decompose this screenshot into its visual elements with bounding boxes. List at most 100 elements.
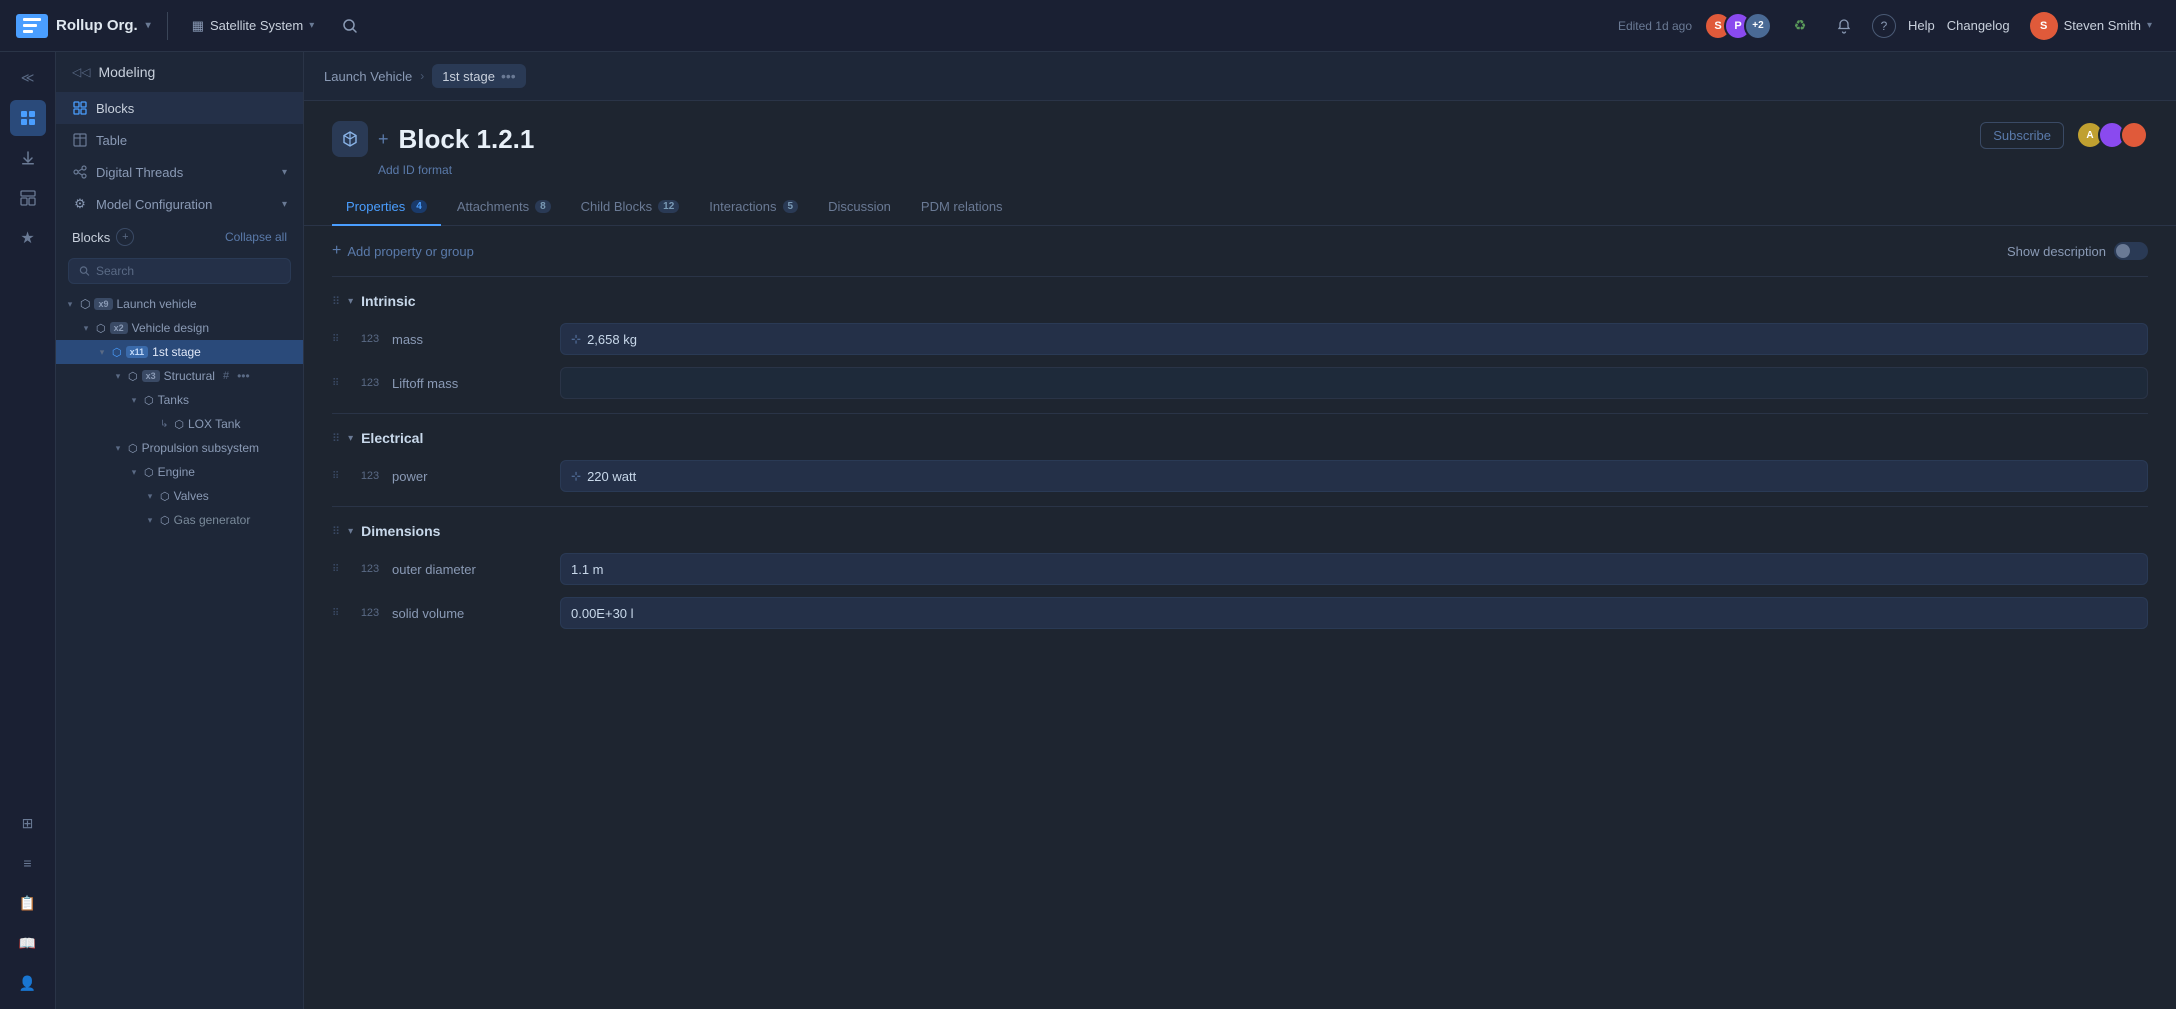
workspace-selector[interactable]: ▦ Satellite System ▾ — [184, 14, 323, 38]
icon-bar-tool4[interactable]: 📖 — [10, 925, 46, 961]
power-value[interactable]: ⊹ 220 watt — [560, 460, 2148, 492]
main-layout: ≪ ★ ⊞ ≡ 📋 📖 👤 — [0, 52, 2176, 1009]
property-row-mass: ⠿ 123 mass ⊹ 2,658 kg — [332, 317, 2148, 361]
block-header-right: Subscribe A — [1980, 121, 2148, 149]
tree-badge-vehicle-design: x2 — [110, 322, 128, 334]
sidebar-item-model-config[interactable]: ⚙ Model Configuration ▾ — [56, 188, 303, 220]
sidebar-table-label: Table — [96, 133, 127, 148]
tab-interactions-label: Interactions — [709, 199, 776, 214]
tree-chevron-valves[interactable]: ▾ — [144, 491, 156, 502]
tab-attachments[interactable]: Attachments 8 — [443, 189, 565, 226]
tree-item-lox-tank[interactable]: ↳ ⬡ LOX Tank — [56, 412, 303, 436]
icon-bar-layout[interactable] — [10, 180, 46, 216]
show-description-row: Show description — [2007, 242, 2148, 260]
tree-label-valves: Valves — [174, 489, 209, 503]
notification-button[interactable] — [1828, 10, 1860, 42]
outer-diameter-value[interactable]: 1.1 m — [560, 553, 2148, 585]
tree-chevron-structural[interactable]: ▾ — [112, 371, 124, 382]
tree-item-valves[interactable]: ▾ ⬡ Valves — [56, 484, 303, 508]
icon-bar-star[interactable]: ★ — [10, 220, 46, 256]
user-menu[interactable]: S Steven Smith ▾ — [2022, 8, 2160, 44]
sidebar-item-table[interactable]: Table — [56, 124, 303, 156]
outer-diameter-value-text: 1.1 m — [571, 562, 604, 577]
tree-chevron-propulsion[interactable]: ▾ — [112, 443, 124, 454]
tree-chevron-vehicle-design[interactable]: ▾ — [80, 323, 92, 334]
sidebar-item-digital-threads[interactable]: Digital Threads ▾ — [56, 156, 303, 188]
solid-volume-value[interactable]: 0.00E+30 l — [560, 597, 2148, 629]
icon-bar-tool2[interactable]: ≡ — [10, 845, 46, 881]
tree-item-launch-vehicle[interactable]: ▾ ⬡ x9 Launch vehicle — [56, 292, 303, 316]
icon-bar-tool3[interactable]: 📋 — [10, 885, 46, 921]
icon-bar-tool1[interactable]: ⊞ — [10, 805, 46, 841]
blocks-add-icon[interactable]: + — [116, 228, 134, 246]
group-intrinsic-header[interactable]: ⠿ ▾ Intrinsic — [332, 285, 2148, 317]
model-config-chevron: ▾ — [282, 199, 287, 210]
liftoff-mass-value[interactable] — [560, 367, 2148, 399]
sidebar-item-blocks[interactable]: Blocks — [56, 92, 303, 124]
icon-bar-home[interactable] — [10, 100, 46, 136]
tree-icon-gas-generator: ⬡ — [160, 514, 170, 527]
tab-pdm-relations[interactable]: PDM relations — [907, 189, 1017, 226]
table-nav-icon — [72, 132, 88, 148]
intrinsic-drag-handle: ⠿ — [332, 295, 340, 308]
tree-chevron-engine[interactable]: ▾ — [128, 467, 140, 478]
workspace-dropdown-icon[interactable]: ▾ — [309, 20, 314, 31]
tree-item-1st-stage[interactable]: ▾ ⬡ x11 1st stage — [56, 340, 303, 364]
toggle-thumb — [2116, 244, 2130, 258]
tree-item-vehicle-design[interactable]: ▾ ⬡ x2 Vehicle design — [56, 316, 303, 340]
tree-item-gas-generator[interactable]: ▾ ⬡ Gas generator — [56, 508, 303, 532]
changelog-label[interactable]: Changelog — [1947, 18, 2010, 33]
tree-item-tanks[interactable]: ▾ ⬡ Tanks — [56, 388, 303, 412]
help-label[interactable]: Help — [1908, 18, 1935, 33]
subscribe-button[interactable]: Subscribe — [1980, 122, 2064, 149]
dimensions-chevron[interactable]: ▾ — [348, 526, 353, 537]
app-dropdown-icon[interactable]: ▾ — [146, 20, 151, 31]
mass-value[interactable]: ⊹ 2,658 kg — [560, 323, 2148, 355]
help-icon-btn[interactable]: ? — [1872, 14, 1896, 38]
block-add-icon[interactable]: + — [378, 129, 389, 150]
user-name: Steven Smith — [2064, 18, 2141, 33]
search-input[interactable] — [96, 264, 280, 278]
intrinsic-chevron[interactable]: ▾ — [348, 296, 353, 307]
electrical-chevron[interactable]: ▾ — [348, 433, 353, 444]
group-dimensions-header[interactable]: ⠿ ▾ Dimensions — [332, 515, 2148, 547]
mass-name: mass — [392, 332, 552, 347]
sidebar: ◁◁ Modeling Blocks — [56, 52, 304, 1009]
tab-properties[interactable]: Properties 4 — [332, 189, 441, 226]
tab-attachments-badge: 8 — [535, 200, 551, 213]
tree-badge-1st-stage: x11 — [126, 346, 149, 358]
add-id-format-link[interactable]: Add ID format — [378, 163, 534, 177]
show-description-toggle[interactable] — [2114, 242, 2148, 260]
tree-label-tanks: Tanks — [158, 393, 189, 407]
tree-chevron-gas-generator[interactable]: ▾ — [144, 515, 156, 526]
sidebar-back-icon[interactable]: ◁◁ — [72, 65, 90, 79]
tree-chevron-tanks[interactable]: ▾ — [128, 395, 140, 406]
tree-chevron-1st-stage[interactable]: ▾ — [96, 347, 108, 358]
tab-discussion[interactable]: Discussion — [814, 189, 905, 226]
icon-bar-collapse[interactable]: ≪ — [10, 60, 46, 96]
tab-child-blocks[interactable]: Child Blocks 12 — [567, 189, 694, 226]
tree-item-structural[interactable]: ▾ ⬡ x3 Structural # ••• — [56, 364, 303, 388]
icon-bar-tool5[interactable]: 👤 — [10, 965, 46, 1001]
tree-dots-structural[interactable]: ••• — [237, 369, 250, 383]
tree-item-engine[interactable]: ▾ ⬡ Engine — [56, 460, 303, 484]
add-property-button[interactable]: + Add property or group — [332, 242, 474, 260]
tab-interactions[interactable]: Interactions 5 — [695, 189, 812, 226]
breadcrumb-parent[interactable]: Launch Vehicle — [324, 69, 412, 84]
icon-bar-download[interactable] — [10, 140, 46, 176]
block-header: + Block 1.2.1 Add ID format Subscribe A — [304, 101, 2176, 189]
search-button[interactable] — [334, 10, 366, 42]
group-electrical-header[interactable]: ⠿ ▾ Electrical — [332, 422, 2148, 454]
block-title-area: + Block 1.2.1 Add ID format — [332, 121, 534, 177]
tree-icon-engine: ⬡ — [144, 466, 154, 479]
show-description-label: Show description — [2007, 244, 2106, 259]
tree-item-propulsion[interactable]: ▾ ⬡ Propulsion subsystem — [56, 436, 303, 460]
recycle-button[interactable]: ♻ — [1784, 10, 1816, 42]
tree-chevron-launch-vehicle[interactable]: ▾ — [64, 299, 76, 310]
collapse-all-button[interactable]: Collapse all — [225, 230, 287, 244]
electrical-group-name: Electrical — [361, 430, 423, 446]
app-logo[interactable]: Rollup Org. ▾ — [16, 14, 151, 38]
tree-icon-launch-vehicle: ⬡ — [80, 297, 90, 311]
blocks-title-group: Blocks + — [72, 228, 134, 246]
breadcrumb-options[interactable]: ••• — [501, 68, 516, 84]
